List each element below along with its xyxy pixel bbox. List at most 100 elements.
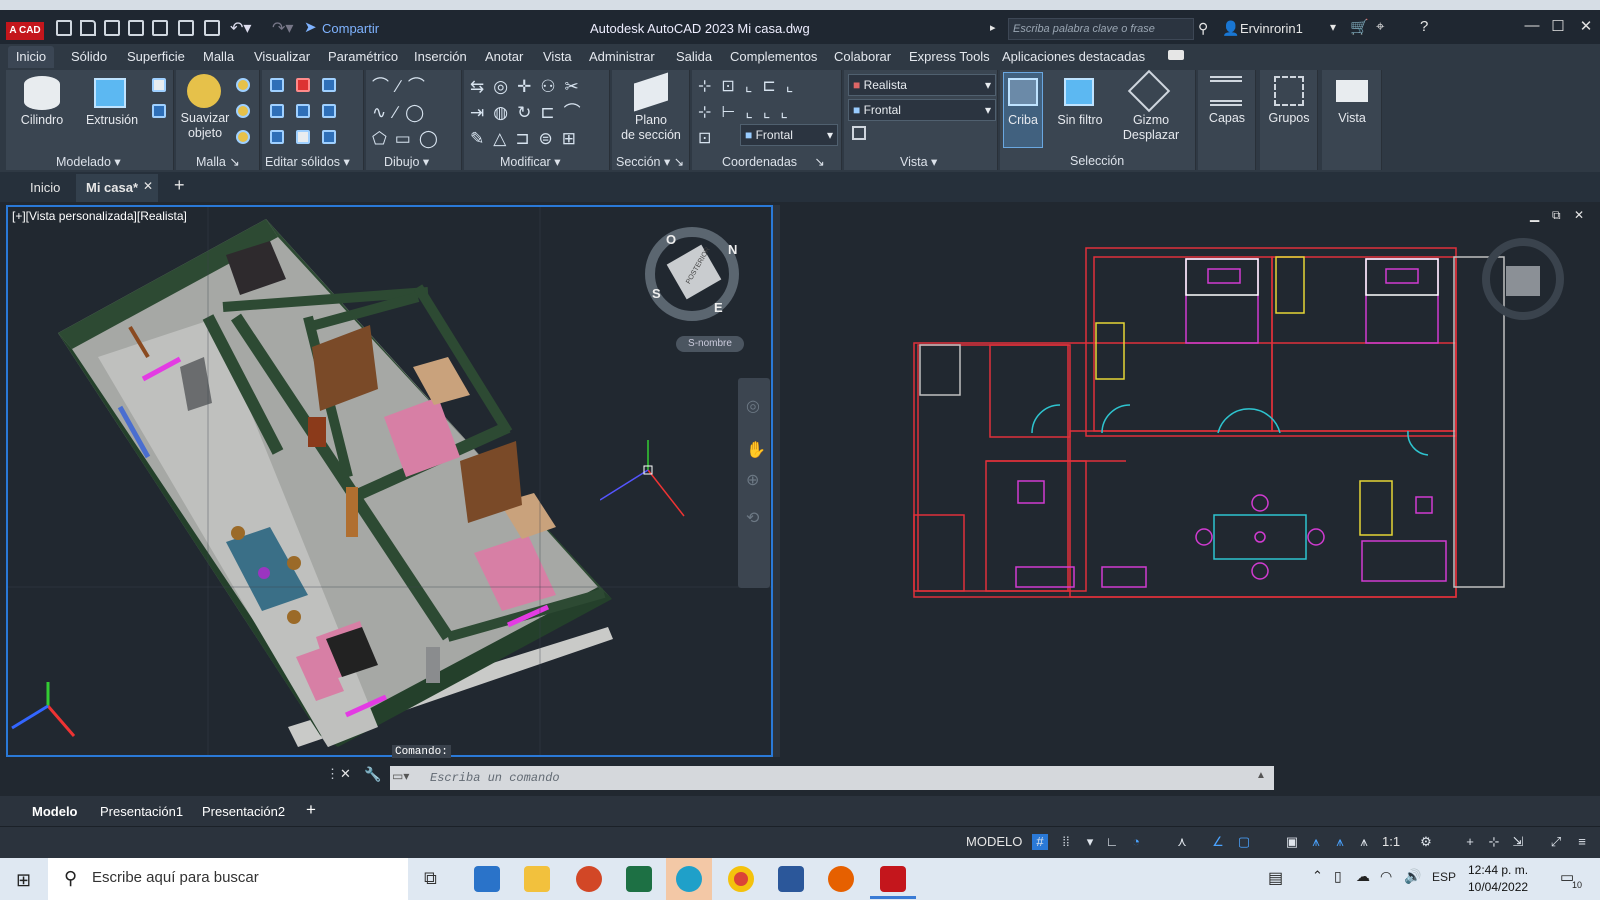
tab-malla[interactable]: Malla: [203, 49, 234, 64]
annotation-visibility-icon[interactable]: ⩚: [1308, 834, 1324, 850]
tab-complementos[interactable]: Complementos: [730, 49, 817, 64]
viewport-divider[interactable]: [773, 205, 780, 757]
export-icon[interactable]: [178, 20, 194, 36]
tab-express-tools[interactable]: Express Tools: [909, 49, 990, 64]
panel-label-editar-solidos[interactable]: Editar sólidos ▾: [265, 154, 350, 169]
capas-button[interactable]: Capas: [1200, 111, 1254, 126]
named-view-dropdown[interactable]: ■ Frontal ▾: [848, 99, 996, 121]
units-icon[interactable]: ⊹: [1486, 834, 1502, 850]
sin-filtro-button[interactable]: Sin filtro: [1050, 113, 1110, 128]
tab-salida[interactable]: Salida: [676, 49, 712, 64]
command-expand-icon[interactable]: ▲: [1256, 770, 1266, 781]
close-command-icon[interactable]: ✕: [340, 766, 351, 782]
help-icon[interactable]: ?: [1420, 18, 1428, 35]
volume-icon[interactable]: 🔊: [1404, 868, 1421, 885]
firefox-icon[interactable]: [828, 866, 854, 892]
slice-icon[interactable]: [270, 130, 284, 144]
minimize-icon[interactable]: —: [1520, 17, 1544, 34]
cloud-icon[interactable]: ☁: [1356, 868, 1370, 885]
tab-anotar[interactable]: Anotar: [485, 49, 523, 64]
powerpoint-icon[interactable]: [576, 866, 602, 892]
tab-parametrico[interactable]: Paramétrico: [328, 49, 398, 64]
excel-icon[interactable]: [626, 866, 652, 892]
extrude-icon[interactable]: [94, 78, 126, 108]
smooth-object-icon[interactable]: [187, 74, 221, 108]
windows-start-icon[interactable]: ⊞: [16, 870, 31, 891]
maximize-icon[interactable]: ☐: [1546, 17, 1570, 35]
mesh-smooth-less-icon[interactable]: [236, 104, 250, 118]
grip-icon[interactable]: ⋮: [326, 766, 339, 782]
no-filter-icon[interactable]: [1064, 78, 1094, 106]
cart-icon[interactable]: 🛒: [1350, 18, 1369, 36]
word-icon[interactable]: [778, 866, 804, 892]
customize-icon[interactable]: 🔧: [364, 766, 381, 783]
tab-solido[interactable]: Sólido: [71, 49, 107, 64]
orbit-icon[interactable]: ⟲: [746, 508, 759, 528]
auto-scale-icon[interactable]: ⩚: [1332, 834, 1348, 850]
add-layout-icon[interactable]: +: [306, 800, 316, 820]
cilindro-button[interactable]: Cilindro: [14, 113, 70, 128]
new-tab-icon[interactable]: +: [174, 175, 185, 196]
panel-label-dibujo[interactable]: Dibujo ▾: [384, 154, 429, 169]
ucs-name-dropdown[interactable]: ■ Frontal ▾: [740, 124, 838, 146]
presspull-icon[interactable]: [152, 104, 166, 118]
polar-icon[interactable]: ◔: [1128, 834, 1144, 850]
pan-icon[interactable]: ✋: [746, 440, 766, 460]
view-icon[interactable]: [1336, 80, 1368, 102]
layout-tab-presentacion1[interactable]: Presentación1: [100, 804, 183, 819]
viewport-label[interactable]: [+][Vista personalizada][Realista]: [12, 209, 187, 223]
tab-aplicaciones[interactable]: Aplicaciones destacadas: [1002, 49, 1145, 64]
workspace-gear-icon[interactable]: ⚙: [1418, 834, 1434, 850]
chrome-icon[interactable]: [728, 866, 754, 892]
separate-icon[interactable]: [322, 130, 336, 144]
customization-menu-icon[interactable]: ≡: [1574, 834, 1590, 850]
help-search-input[interactable]: Escriba palabra clave o frase: [1008, 18, 1194, 40]
wifi-icon[interactable]: ◠: [1380, 868, 1392, 885]
ribbon-toggle-icon[interactable]: [1168, 50, 1184, 60]
draw-tools-icon[interactable]: ⌒∕⌒ ∿∕◯ ⬠▭◯: [372, 74, 458, 150]
layers-icon[interactable]: [1210, 76, 1242, 106]
autodesk-account-icon[interactable]: ⌖: [1376, 18, 1384, 35]
layout-tab-modelo[interactable]: Modelo: [32, 804, 78, 819]
groups-icon[interactable]: [1274, 76, 1304, 106]
undo-icon[interactable]: ↶▾: [230, 18, 251, 38]
plot-icon[interactable]: [204, 20, 220, 36]
ortho-icon[interactable]: ∟: [1104, 834, 1120, 850]
panel-label-modelado[interactable]: Modelado ▾: [56, 154, 121, 169]
panel-label-seccion[interactable]: Sección ▾ ↘: [616, 154, 684, 169]
subtract-icon[interactable]: [296, 78, 310, 92]
snap-menu-chevron-icon[interactable]: ▾: [1082, 834, 1098, 850]
annotation-scale-icon[interactable]: ⩚: [1356, 834, 1372, 850]
panel-label-vista[interactable]: Vista ▾: [900, 154, 937, 169]
panel-label-coordenadas[interactable]: Coordenadas ↘: [722, 154, 825, 169]
viewport-config-icon[interactable]: [852, 126, 866, 140]
isodraft-icon[interactable]: ⋏: [1174, 834, 1190, 850]
taskbar-search[interactable]: Escribe aquí para buscar: [48, 858, 408, 900]
tab-administrar[interactable]: Administrar: [589, 49, 655, 64]
quick-properties-icon[interactable]: ⇲: [1510, 834, 1526, 850]
tab-insercion[interactable]: Inserción: [414, 49, 467, 64]
search-expand-icon[interactable]: ▸: [990, 21, 996, 34]
snap-icon[interactable]: ⁞⁞: [1058, 834, 1074, 850]
scale-dropdown[interactable]: 1:1: [1382, 834, 1400, 849]
extrusion-button[interactable]: Extrusión: [82, 113, 142, 128]
tab-colaborar[interactable]: Colaborar: [834, 49, 891, 64]
close-tab-icon[interactable]: ✕: [143, 179, 153, 193]
cylinder-icon[interactable]: [24, 76, 60, 110]
search-icon[interactable]: ⚲: [1198, 20, 1208, 37]
input-language[interactable]: ESP: [1432, 870, 1456, 884]
file-tab-inicio[interactable]: Inicio: [30, 180, 60, 195]
box-icon[interactable]: [152, 78, 166, 92]
wcs-menu[interactable]: S-nombre: [676, 336, 744, 352]
tab-visualizar[interactable]: Visualizar: [254, 49, 310, 64]
viewcube[interactable]: O N S E POSTERIOR: [640, 222, 750, 322]
gizmo-desplazar-button[interactable]: Gizmo Desplazar: [1118, 113, 1184, 143]
autocad-taskbar-icon[interactable]: [880, 866, 906, 892]
steering-wheel-icon[interactable]: ◎: [746, 396, 760, 416]
tab-inicio[interactable]: Inicio: [8, 46, 54, 68]
modify-tools-icon[interactable]: ⇆◎✛⚇✂ ⇥◍↻⊏⌒ ✎△⊐⊜⊞: [470, 74, 606, 150]
extract-edges-icon[interactable]: [322, 78, 336, 92]
application-button[interactable]: A CAD: [6, 22, 44, 40]
thicken-icon[interactable]: [296, 130, 310, 144]
object-snap-icon[interactable]: ▢: [1236, 834, 1252, 850]
